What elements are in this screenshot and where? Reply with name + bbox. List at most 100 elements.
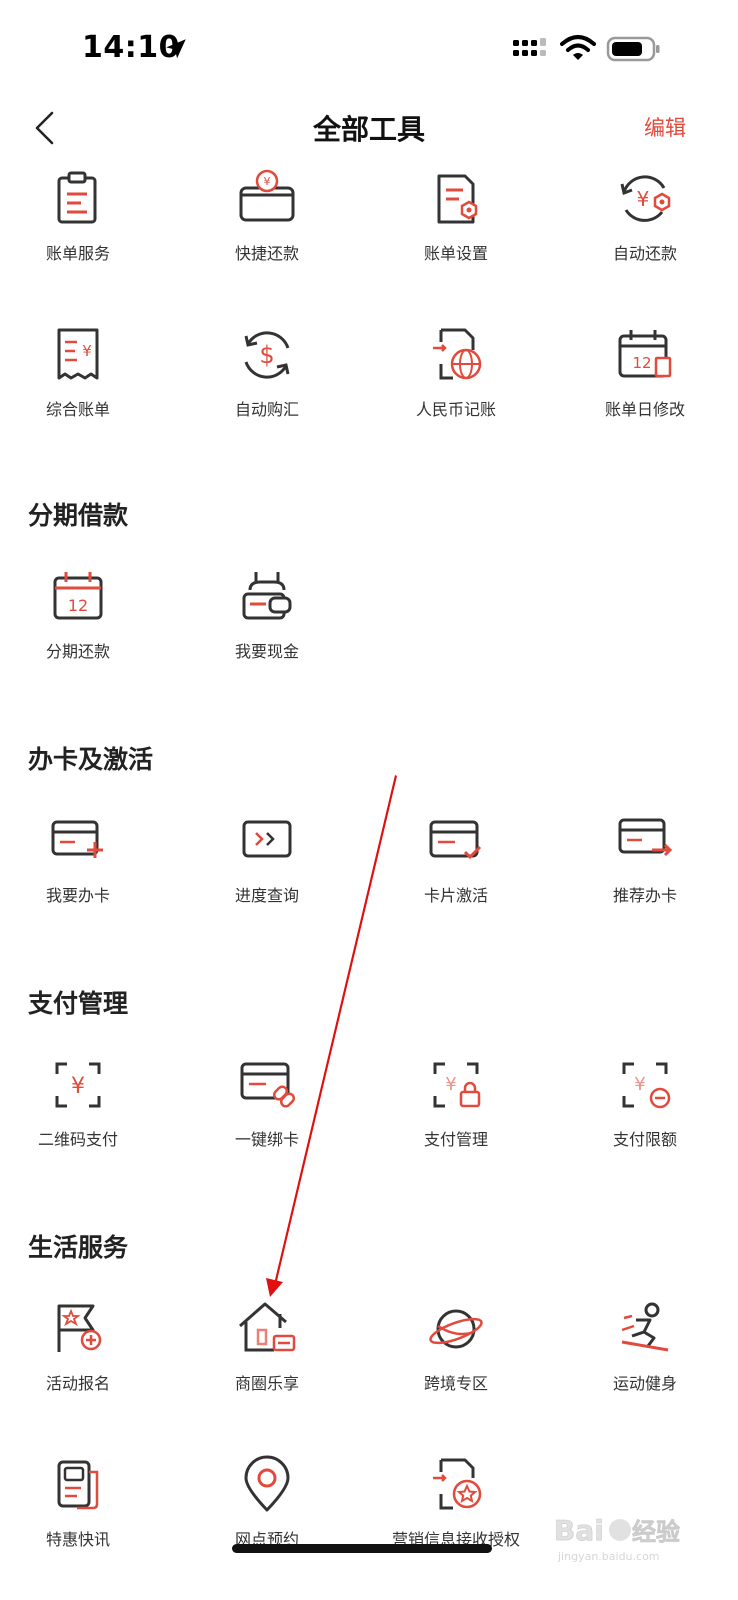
tool-bill-settings[interactable]: 账单设置: [381, 168, 531, 278]
tool-recommend-card[interactable]: 推荐办卡: [570, 810, 720, 920]
svg-text:Bai: Bai: [554, 1514, 604, 1547]
news-book-icon: [57, 1460, 99, 1510]
bill-tools-row-2: ¥ 综合账单 $ 自动购汇 人民币记账 12 账单日修改: [0, 324, 738, 434]
svg-text:¥: ¥: [445, 1074, 456, 1095]
payment-tools-row: ¥ 二维码支付 一键绑卡 ¥ 支付管理 ¥ 支付限额: [0, 1054, 738, 1164]
tool-label: 活动报名: [45, 1374, 110, 1393]
tool-qr-pay[interactable]: ¥ 二维码支付: [3, 1054, 153, 1164]
tool-one-click-bind[interactable]: 一键绑卡: [192, 1054, 342, 1164]
tool-cross-border[interactable]: 跨境专区: [381, 1298, 531, 1408]
document-gear-icon: [437, 174, 478, 224]
life-tools-row-1: 活动报名 商圈乐享 跨境专区 运动健身: [0, 1298, 738, 1408]
svg-text:¥: ¥: [71, 1074, 85, 1099]
tool-event-signup[interactable]: 活动报名: [3, 1298, 153, 1408]
tool-installment-repay[interactable]: 12 分期还款: [3, 566, 153, 676]
card-arrow-icon: [618, 818, 673, 857]
tool-special-offers[interactable]: 特惠快讯: [3, 1454, 153, 1564]
location-arrow-icon: [166, 39, 186, 59]
svg-text:¥: ¥: [82, 342, 92, 360]
tool-label: 运动健身: [612, 1374, 677, 1393]
calendar-icon: 12: [53, 572, 103, 620]
tool-label: 特惠快讯: [45, 1530, 110, 1549]
tool-label: 综合账单: [45, 400, 110, 419]
edit-button[interactable]: 编辑: [644, 112, 686, 142]
page-title: 全部工具: [312, 113, 425, 146]
section-title-payment: 支付管理: [28, 989, 129, 1018]
house-store-icon: [239, 1302, 296, 1352]
tool-quick-repay[interactable]: ¥ 快捷还款: [192, 168, 342, 278]
calendar-edit-icon: 12: [618, 330, 672, 378]
tool-label: 支付管理: [423, 1130, 488, 1149]
tool-sports-fitness[interactable]: 运动健身: [570, 1298, 720, 1408]
yuan-cycle-icon: ¥: [620, 175, 671, 222]
tool-label: 一键绑卡: [234, 1130, 299, 1149]
card-tools-row: 我要办卡 进度查询 卡片激活 推荐办卡: [0, 810, 738, 920]
card-chevrons-icon: [242, 820, 292, 858]
tool-payment-manage[interactable]: ¥ 支付管理: [381, 1054, 531, 1164]
tool-rmb-accounting[interactable]: 人民币记账: [381, 324, 531, 434]
svg-text:$: $: [259, 341, 274, 369]
tool-label: 账单日修改: [604, 400, 685, 419]
svg-text:12: 12: [68, 596, 88, 615]
clipboard-list-icon: [57, 171, 97, 224]
tool-auto-fx-purchase[interactable]: $ 自动购汇: [192, 324, 342, 434]
document-globe-icon: [433, 328, 482, 380]
tool-label: 人民币记账: [415, 400, 496, 419]
tool-label: 自动购汇: [234, 400, 299, 419]
tool-label: 进度查询: [234, 886, 299, 905]
tool-shopping-district[interactable]: 商圈乐享: [192, 1298, 342, 1408]
tool-label: 二维码支付: [37, 1130, 118, 1149]
svg-text:¥: ¥: [637, 187, 650, 211]
tool-cash-loan[interactable]: 我要现金: [192, 566, 342, 676]
document-badge-icon: [433, 1458, 482, 1510]
flag-star-icon: [57, 1304, 102, 1352]
tool-label: 快捷还款: [234, 244, 299, 263]
card-link-icon: [240, 1062, 296, 1108]
tool-label: 我要现金: [234, 642, 299, 661]
wallet-coin-icon: ¥: [239, 169, 295, 222]
map-pin-icon: [244, 1455, 290, 1512]
status-bar: 14:10: [0, 0, 738, 96]
tool-apply-card[interactable]: 我要办卡: [3, 810, 153, 920]
tool-bill-date-change[interactable]: 12 账单日修改: [570, 324, 720, 434]
scan-yuan-icon: ¥: [55, 1062, 101, 1108]
receipt-icon: ¥: [57, 328, 99, 380]
tool-card-activate[interactable]: 卡片激活: [381, 810, 531, 920]
planet-icon: [429, 1309, 483, 1349]
tool-progress-query[interactable]: 进度查询: [192, 810, 342, 920]
cellular-signal-icon: [513, 38, 546, 56]
battery-icon: [606, 36, 660, 62]
installment-tools-row: 12 分期还款 我要现金: [0, 566, 738, 676]
scan-minus-icon: ¥: [622, 1062, 671, 1109]
skier-icon: [621, 1302, 669, 1352]
scan-lock-icon: ¥: [433, 1062, 481, 1108]
wifi-icon: [560, 35, 596, 60]
tool-label: 推荐办卡: [612, 886, 677, 905]
tool-auto-repay[interactable]: ¥ 自动还款: [570, 168, 720, 278]
tool-consolidated-bill[interactable]: ¥ 综合账单: [3, 324, 153, 434]
tool-label: 商圈乐享: [234, 1374, 299, 1393]
tool-label: 支付限额: [612, 1130, 677, 1149]
tool-label: 我要办卡: [45, 886, 110, 905]
svg-text:jingyan.baidu.com: jingyan.baidu.com: [557, 1550, 660, 1563]
section-title-life: 生活服务: [28, 1233, 129, 1262]
bill-tools-row-1: 账单服务 ¥ 快捷还款 账单设置 ¥ 自动还款: [0, 168, 738, 278]
card-check-icon: [429, 820, 482, 860]
tool-label: 跨境专区: [423, 1374, 488, 1393]
tool-bill-service[interactable]: 账单服务: [3, 168, 153, 278]
navigation-bar: 全部工具 编辑: [0, 96, 738, 160]
cash-bag-icon: [242, 572, 292, 620]
home-indicator[interactable]: [232, 1544, 492, 1553]
baidu-jingyan-watermark: Bai 经验 jingyan.baidu.com: [554, 1514, 681, 1563]
tool-label: 账单设置: [423, 244, 488, 263]
svg-text:¥: ¥: [634, 1074, 645, 1095]
section-title-card: 办卡及激活: [28, 745, 154, 774]
card-plus-icon: [51, 820, 103, 858]
tool-label: 自动还款: [612, 244, 677, 263]
tool-label: 卡片激活: [423, 886, 488, 905]
tool-label: 分期还款: [45, 642, 110, 661]
svg-text:¥: ¥: [264, 175, 271, 188]
tool-payment-limit[interactable]: ¥ 支付限额: [570, 1054, 720, 1164]
dollar-cycle-icon: $: [244, 331, 290, 379]
svg-text:经验: 经验: [632, 1518, 680, 1546]
